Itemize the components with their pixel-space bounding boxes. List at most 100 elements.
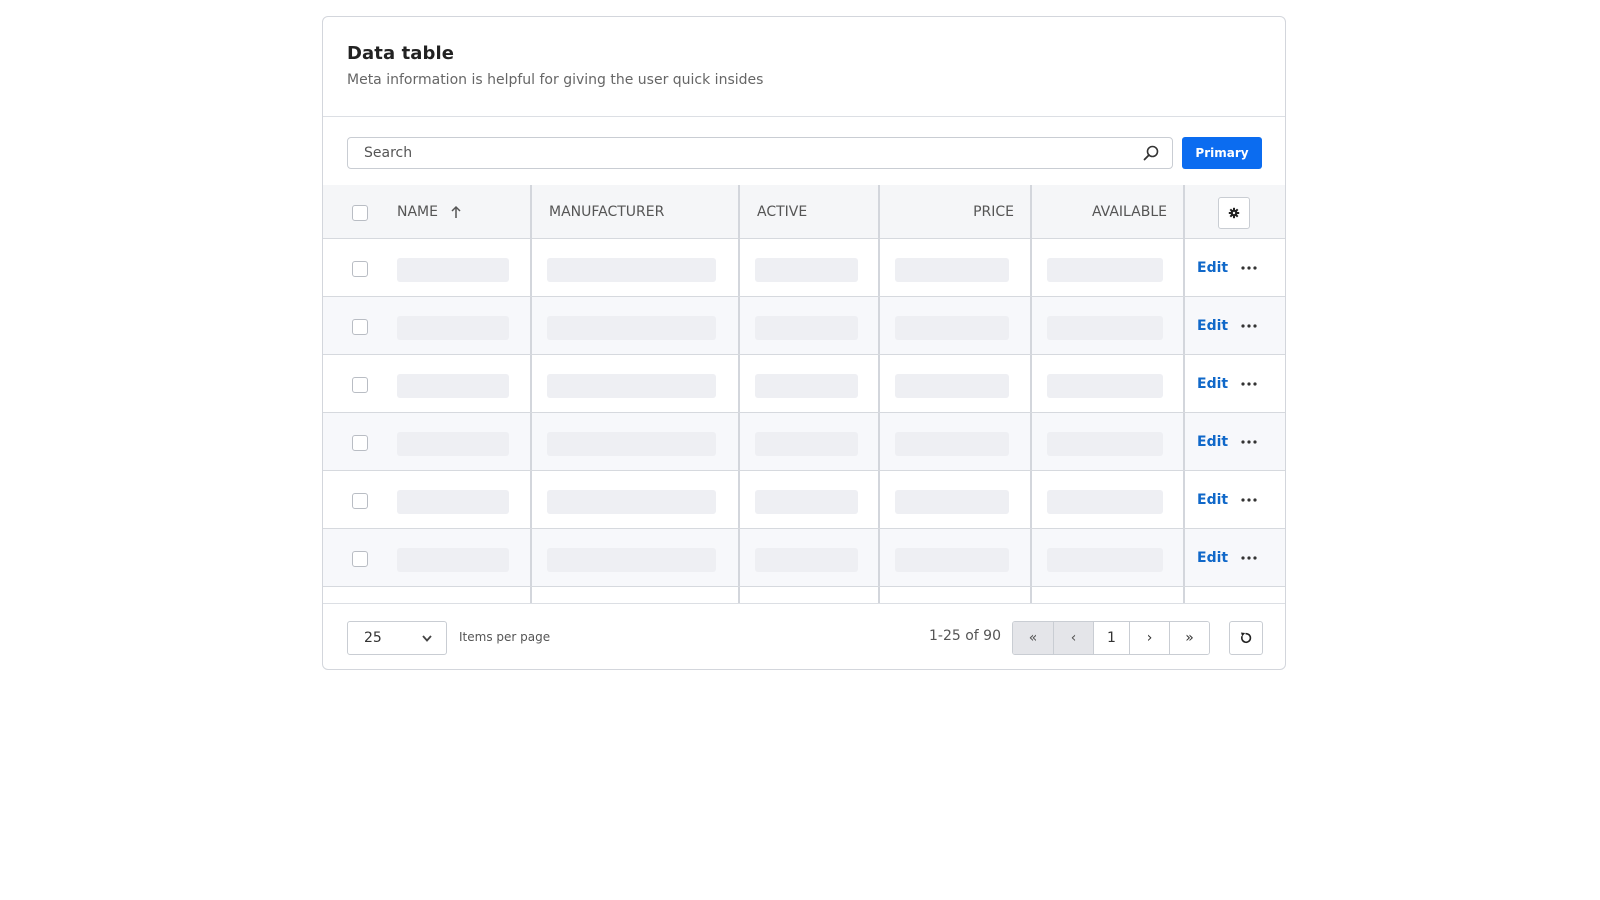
loading-placeholder <box>755 432 858 456</box>
column-header-label: ACTIVE <box>757 204 808 220</box>
next-page-button[interactable]: › <box>1129 622 1169 654</box>
loading-placeholder <box>755 316 858 340</box>
table-row: Edit <box>323 471 1285 529</box>
loading-placeholder <box>1047 258 1163 282</box>
column-divider <box>738 355 740 412</box>
column-header-label: NAME <box>397 204 438 220</box>
search-icon[interactable] <box>1142 144 1160 162</box>
loading-placeholder <box>755 374 858 398</box>
column-divider <box>530 587 532 603</box>
last-page-button[interactable]: » <box>1169 622 1209 654</box>
previous-page-button[interactable]: ‹ <box>1053 622 1093 654</box>
loading-placeholder <box>547 374 716 398</box>
column-divider <box>738 529 740 586</box>
edit-link[interactable]: Edit <box>1197 260 1228 276</box>
loading-placeholder <box>895 490 1009 514</box>
column-divider <box>530 297 532 354</box>
row-checkbox[interactable] <box>352 319 368 335</box>
edit-link[interactable]: Edit <box>1197 318 1228 334</box>
items-per-page-value: 25 <box>364 630 382 646</box>
column-divider <box>1183 587 1185 603</box>
column-divider <box>878 239 880 296</box>
column-divider <box>1183 529 1185 586</box>
column-divider <box>530 239 532 296</box>
row-checkbox[interactable] <box>352 377 368 393</box>
loading-placeholder <box>1047 548 1163 572</box>
column-header-active[interactable]: ACTIVE <box>738 185 878 239</box>
column-settings-button[interactable] <box>1218 197 1250 229</box>
column-divider <box>878 297 880 354</box>
column-divider <box>1030 529 1032 586</box>
edit-link[interactable]: Edit <box>1197 376 1228 392</box>
more-horizontal-icon[interactable] <box>1241 323 1257 329</box>
loading-placeholder <box>397 490 509 514</box>
edit-link[interactable]: Edit <box>1197 550 1228 566</box>
items-per-page-select[interactable]: 25 <box>347 621 447 655</box>
column-divider <box>1183 297 1185 354</box>
column-divider <box>738 471 740 528</box>
chevron-down-icon <box>422 635 432 642</box>
column-divider <box>1183 413 1185 470</box>
more-horizontal-icon[interactable] <box>1241 555 1257 561</box>
table-row <box>323 587 1285 603</box>
column-divider <box>1030 413 1032 470</box>
column-divider <box>1030 239 1032 296</box>
column-header-name[interactable]: NAME <box>397 185 531 239</box>
loading-placeholder <box>895 432 1009 456</box>
column-header-label: PRICE <box>973 204 1014 220</box>
column-divider <box>738 297 740 354</box>
table-row: Edit <box>323 413 1285 471</box>
edit-link[interactable]: Edit <box>1197 492 1228 508</box>
select-all-checkbox[interactable] <box>352 205 368 221</box>
loading-placeholder <box>397 316 509 340</box>
loading-placeholder <box>895 316 1009 340</box>
column-divider <box>878 471 880 528</box>
more-horizontal-icon[interactable] <box>1241 439 1257 445</box>
column-divider <box>530 413 532 470</box>
edit-link[interactable]: Edit <box>1197 434 1228 450</box>
column-divider <box>878 529 880 586</box>
more-horizontal-icon[interactable] <box>1241 381 1257 387</box>
row-checkbox[interactable] <box>352 493 368 509</box>
loading-placeholder <box>895 548 1009 572</box>
column-divider <box>1030 355 1032 412</box>
first-page-button[interactable]: « <box>1013 622 1053 654</box>
loading-placeholder <box>755 258 858 282</box>
refresh-button[interactable] <box>1229 621 1263 655</box>
loading-placeholder <box>547 490 716 514</box>
pagination: « ‹ 1 › » <box>1012 621 1210 655</box>
column-divider <box>1183 471 1185 528</box>
loading-placeholder <box>1047 374 1163 398</box>
table-row: Edit <box>323 239 1285 297</box>
loading-placeholder <box>547 258 716 282</box>
row-checkbox[interactable] <box>352 261 368 277</box>
card-header: Data table Meta information is helpful f… <box>323 17 1285 117</box>
column-header-available[interactable]: AVAILABLE <box>1030 185 1183 239</box>
search-input[interactable] <box>348 138 1128 168</box>
column-header-price[interactable]: PRICE <box>878 185 1030 239</box>
column-divider <box>1030 471 1032 528</box>
row-checkbox[interactable] <box>352 551 368 567</box>
loading-placeholder <box>1047 432 1163 456</box>
loading-placeholder <box>1047 316 1163 340</box>
column-divider <box>738 587 740 603</box>
table-row: Edit <box>323 529 1285 587</box>
more-horizontal-icon[interactable] <box>1241 265 1257 271</box>
column-divider <box>1183 239 1185 296</box>
current-page-number[interactable]: 1 <box>1093 622 1129 654</box>
column-divider <box>878 413 880 470</box>
column-divider <box>530 471 532 528</box>
loading-placeholder <box>397 432 509 456</box>
search-box[interactable] <box>347 137 1173 169</box>
table-row: Edit <box>323 297 1285 355</box>
loading-placeholder <box>1047 490 1163 514</box>
column-divider <box>1030 297 1032 354</box>
more-horizontal-icon[interactable] <box>1241 497 1257 503</box>
primary-button[interactable]: Primary <box>1182 137 1262 169</box>
sort-ascending-icon[interactable] <box>450 205 462 219</box>
gear-icon <box>1228 207 1240 219</box>
column-header-manufacturer[interactable]: MANUFACTURER <box>530 185 738 239</box>
table-footer: 25 Items per page 1-25 of 90 « ‹ 1 › » <box>323 603 1285 669</box>
row-checkbox[interactable] <box>352 435 368 451</box>
column-divider <box>1030 587 1032 603</box>
